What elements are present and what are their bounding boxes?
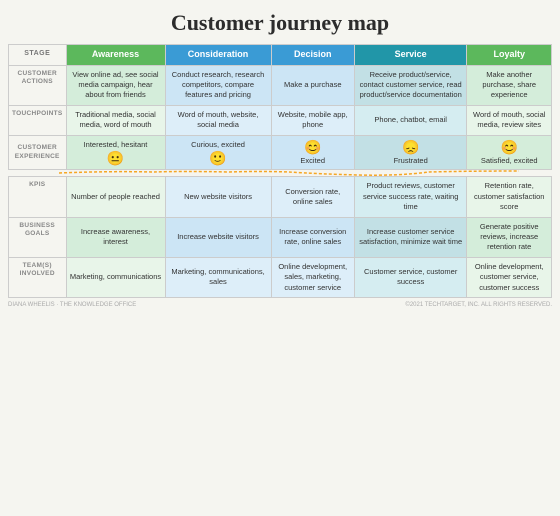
row-label-2: CUSTOMER EXPERIENCE	[9, 135, 67, 170]
row-label-3: KPIS	[9, 177, 67, 217]
cell-1-2: Website, mobile app, phone	[271, 105, 354, 135]
col-header-service: Service	[354, 45, 467, 66]
cell-2-2: 😊Excited	[271, 135, 354, 170]
cell-2-1: Curious, excited🙂	[165, 135, 271, 170]
cell-0-4: Make another purchase, share experience	[467, 65, 552, 105]
cell-0-3: Receive product/service, contact custome…	[354, 65, 467, 105]
cell-1-3: Phone, chatbot, email	[354, 105, 467, 135]
page-title: Customer journey map	[8, 10, 552, 36]
cell-2-4: 😊Satisfied, excited	[467, 135, 552, 170]
footer-right: ©2021 TECHTARGET, INC. ALL RIGHTS RESERV…	[405, 302, 552, 308]
journey-line-separator	[9, 170, 552, 177]
cell-1-4: Word of mouth, social media, review site…	[467, 105, 552, 135]
cell-1-1: Word of mouth, website, social media	[165, 105, 271, 135]
row-label-1: TOUCHPOINTS	[9, 105, 67, 135]
cell-0-2: Make a purchase	[271, 65, 354, 105]
cell-4-2: Increase conversion rate, online sales	[271, 217, 354, 257]
cell-5-2: Online development, sales, marketing, cu…	[271, 257, 354, 297]
stage-label: STAGE	[9, 45, 67, 66]
cell-3-3: Product reviews, customer service succes…	[354, 177, 467, 217]
cell-5-4: Online development, customer service, cu…	[467, 257, 552, 297]
cell-3-0: Number of people reached	[66, 177, 165, 217]
footer-left: DIANA WHEELIS · THE KNOWLEDGE OFFICE	[8, 302, 136, 308]
cell-0-0: View online ad, see social media campaig…	[66, 65, 165, 105]
cell-2-3: 😞Frustrated	[354, 135, 467, 170]
cell-1-0: Traditional media, social media, word of…	[66, 105, 165, 135]
page-wrapper: Customer journey map STAGE Awareness Con…	[0, 0, 560, 316]
cell-3-1: New website visitors	[165, 177, 271, 217]
cell-5-0: Marketing, communications	[66, 257, 165, 297]
row-label-0: CUSTOMER ACTIONS	[9, 65, 67, 105]
cell-5-1: Marketing, communications, sales	[165, 257, 271, 297]
row-label-5: TEAM(S) INVOLVED	[9, 257, 67, 297]
cell-0-1: Conduct research, research competitors, …	[165, 65, 271, 105]
cell-3-4: Retention rate, customer satisfaction sc…	[467, 177, 552, 217]
cell-3-2: Conversion rate, online sales	[271, 177, 354, 217]
cell-4-1: Increase website visitors	[165, 217, 271, 257]
footer: DIANA WHEELIS · THE KNOWLEDGE OFFICE ©20…	[8, 302, 552, 308]
cell-2-0: Interested, hesitant😐	[66, 135, 165, 170]
cell-4-4: Generate positive reviews, increase rete…	[467, 217, 552, 257]
col-header-consideration: Consideration	[165, 45, 271, 66]
col-header-decision: Decision	[271, 45, 354, 66]
journey-map-table: STAGE Awareness Consideration Decision S…	[8, 44, 552, 298]
col-header-loyalty: Loyalty	[467, 45, 552, 66]
row-label-4: BUSINESS GOALS	[9, 217, 67, 257]
cell-5-3: Customer service, customer success	[354, 257, 467, 297]
cell-4-3: Increase customer service satisfaction, …	[354, 217, 467, 257]
col-header-awareness: Awareness	[66, 45, 165, 66]
cell-4-0: Increase awareness, interest	[66, 217, 165, 257]
